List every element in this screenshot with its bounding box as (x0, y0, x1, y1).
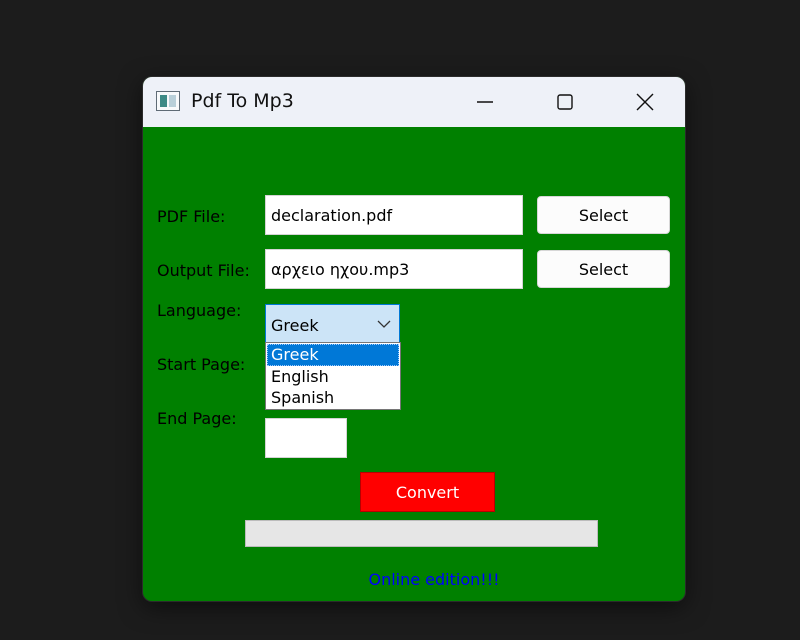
close-button[interactable] (605, 77, 685, 127)
maximize-icon (557, 94, 573, 110)
pdf-file-label: PDF File: (157, 207, 226, 226)
end-page-input[interactable] (265, 418, 347, 458)
language-option-greek[interactable]: Greek (267, 344, 399, 366)
language-option-english[interactable]: English (267, 366, 399, 388)
progress-bar (245, 520, 598, 547)
chevron-down-icon (377, 320, 391, 328)
app-window-icon (156, 91, 180, 111)
maximize-button[interactable] (525, 77, 605, 127)
end-page-label: End Page: (157, 409, 237, 428)
app-window: Pdf To Mp3 PDF File: declaration.pdf Sel… (143, 77, 685, 601)
close-icon (636, 93, 654, 111)
minimize-button[interactable] (445, 77, 525, 127)
select-output-button[interactable]: Select (537, 250, 670, 288)
language-dropdown-list: Greek English Spanish (265, 342, 401, 410)
footer-text: Online edition!!! (368, 570, 500, 589)
language-selected-value: Greek (271, 316, 319, 335)
convert-button[interactable]: Convert (360, 472, 495, 512)
select-pdf-button[interactable]: Select (537, 196, 670, 234)
start-page-label: Start Page: (157, 355, 246, 374)
window-title: Pdf To Mp3 (191, 90, 294, 112)
output-file-input[interactable]: αρχειο ηχου.mp3 (265, 249, 523, 289)
minimize-icon (477, 101, 493, 103)
pdf-file-input[interactable]: declaration.pdf (265, 195, 523, 235)
language-label: Language: (157, 301, 242, 320)
title-bar[interactable]: Pdf To Mp3 (143, 77, 685, 127)
language-option-spanish[interactable]: Spanish (267, 387, 399, 409)
output-file-label: Output File: (157, 261, 250, 280)
language-select[interactable]: Greek (265, 304, 400, 344)
